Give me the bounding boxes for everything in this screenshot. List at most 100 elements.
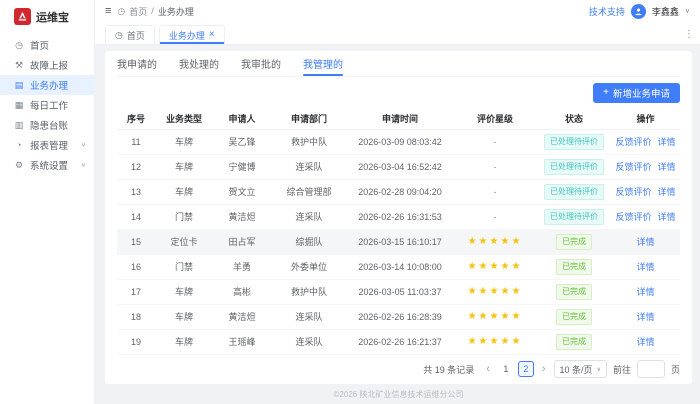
header-tab-1[interactable]: 业务办理× xyxy=(159,25,225,44)
chevron-down-icon[interactable]: ∨ xyxy=(685,7,690,15)
chart-icon: ◔ xyxy=(14,140,24,150)
applications-table: 序号业务类型申请人申请部门申请时间评价星级状态操作 11车牌吴乙锋救护中队202… xyxy=(117,108,680,355)
sidebar-item-2[interactable]: ▤业务办理 xyxy=(0,75,94,95)
status-badge: 已处理待评价 xyxy=(544,209,604,225)
cell-status: 已完成 xyxy=(537,254,611,279)
cell-time: 2026-02-26 16:28:39 xyxy=(347,304,453,329)
cell-applicant: 黄洁炟 xyxy=(213,304,271,329)
business-card: 我申请的我处理的我审批的我管理的 + 新增业务申请 序号业务类型申请人申请部门申… xyxy=(105,51,692,384)
hamburger-icon[interactable]: ≡ xyxy=(105,6,111,17)
table-toolbar: + 新增业务申请 xyxy=(117,77,680,108)
table-row: 18车牌黄洁炟连采队2026-02-26 16:28:39★★★★★已完成详情 xyxy=(117,304,680,329)
cell-dept: 综掘队 xyxy=(271,229,347,254)
cell-no: 17 xyxy=(117,279,155,304)
page-size-select[interactable]: 10 条/页 ∨ xyxy=(554,360,607,378)
cell-rating: - xyxy=(453,204,537,229)
sidebar-item-5[interactable]: ◔报表管理∨ xyxy=(0,135,94,155)
star-icons: ★★★★★ xyxy=(468,261,523,272)
action-link[interactable]: 详情 xyxy=(636,337,654,347)
pagination: 共 19 条记录 ‹ 12 › 10 条/页 ∨ 前往 页 xyxy=(117,355,680,384)
sidebar-item-1[interactable]: ⚒故障上报 xyxy=(0,55,94,75)
star-icons: ★★★★★ xyxy=(468,311,523,322)
column-header: 申请时间 xyxy=(347,108,453,129)
cell-applicant: 王瑶峰 xyxy=(213,329,271,354)
action-link[interactable]: 详情 xyxy=(658,162,676,172)
sidebar-item-3[interactable]: ▦每日工作 xyxy=(0,95,94,115)
clock-icon: ◷ xyxy=(117,6,125,17)
action-link[interactable]: 详情 xyxy=(636,312,654,322)
home-icon: ◷ xyxy=(14,40,24,51)
cell-status: 已处理待评价 xyxy=(537,129,611,154)
action-link[interactable]: 详情 xyxy=(636,262,654,272)
cell-no: 16 xyxy=(117,254,155,279)
action-link[interactable]: 详情 xyxy=(636,237,654,247)
avatar[interactable] xyxy=(631,4,646,19)
tab-bar: ◷首页业务办理× ⋮ xyxy=(95,22,700,45)
table-row: 12车牌宁健博连采队2026-03-04 16:52:42-已处理待评价反馈评价… xyxy=(117,154,680,179)
sidebar-item-0[interactable]: ◷首页 xyxy=(0,35,94,55)
next-page-icon[interactable]: › xyxy=(540,363,548,375)
breadcrumb-separator: / xyxy=(151,6,154,16)
cell-time: 2026-03-04 16:52:42 xyxy=(347,154,453,179)
cell-time: 2026-02-28 09:04:20 xyxy=(347,179,453,204)
rating-empty: - xyxy=(494,187,497,197)
add-application-button[interactable]: + 新增业务申请 xyxy=(593,83,680,103)
cell-applicant: 高彬 xyxy=(213,279,271,304)
action-link[interactable]: 反馈评价 xyxy=(615,137,651,147)
status-badge: 已处理待评价 xyxy=(544,159,604,175)
close-icon[interactable]: × xyxy=(209,30,215,40)
cell-no: 19 xyxy=(117,329,155,354)
calendar-icon: ▦ xyxy=(14,100,24,111)
cell-rating: ★★★★★ xyxy=(453,229,537,254)
cell-time: 2026-03-09 08:03:42 xyxy=(347,129,453,154)
goto-page-input[interactable] xyxy=(637,360,665,378)
cell-type: 车牌 xyxy=(155,329,213,354)
action-link[interactable]: 详情 xyxy=(658,137,676,147)
cell-rating: ★★★★★ xyxy=(453,279,537,304)
chevron-down-icon: ∨ xyxy=(81,162,86,168)
more-options-icon[interactable]: ⋮ xyxy=(684,29,694,40)
cell-dept: 连采队 xyxy=(271,304,347,329)
action-link[interactable]: 反馈评价 xyxy=(615,187,651,197)
page-suffix: 页 xyxy=(671,363,680,376)
filter-tab-2[interactable]: 我审批的 xyxy=(241,51,281,76)
cell-type: 车牌 xyxy=(155,179,213,204)
action-link[interactable]: 详情 xyxy=(658,212,676,222)
sidebar-item-label: 业务办理 xyxy=(30,78,68,92)
filter-tab-3[interactable]: 我管理的 xyxy=(303,51,343,76)
column-header: 序号 xyxy=(117,108,155,129)
support-link[interactable]: 技术支持 xyxy=(589,5,625,18)
user-name[interactable]: 李鑫鑫 xyxy=(652,5,679,18)
action-link[interactable]: 详情 xyxy=(636,287,654,297)
breadcrumb-current: 业务办理 xyxy=(158,5,194,18)
prev-page-icon[interactable]: ‹ xyxy=(484,363,492,375)
sidebar-item-4[interactable]: ▥隐患台账 xyxy=(0,115,94,135)
action-link[interactable]: 详情 xyxy=(658,187,676,197)
cell-actions: 详情 xyxy=(611,304,680,329)
header-tab-0[interactable]: ◷首页 xyxy=(105,25,155,44)
page-button-2[interactable]: 2 xyxy=(518,361,534,377)
cell-no: 11 xyxy=(117,129,155,154)
sidebar-item-label: 报表管理 xyxy=(30,138,68,152)
action-link[interactable]: 反馈评价 xyxy=(615,162,651,172)
sidebar-item-label: 隐患台账 xyxy=(30,118,68,132)
cell-actions: 反馈评价详情 xyxy=(611,154,680,179)
cell-time: 2026-03-05 11:03:37 xyxy=(347,279,453,304)
filter-tab-1[interactable]: 我处理的 xyxy=(179,51,219,76)
cell-no: 15 xyxy=(117,229,155,254)
status-badge: 已处理待评价 xyxy=(544,184,604,200)
filter-tab-0[interactable]: 我申请的 xyxy=(117,51,157,76)
cell-dept: 救护中队 xyxy=(271,129,347,154)
sidebar-item-6[interactable]: ⚙系统设置∨ xyxy=(0,155,94,175)
page-numbers: 12 xyxy=(498,361,534,377)
breadcrumb-home[interactable]: 首页 xyxy=(129,5,147,18)
action-link[interactable]: 反馈评价 xyxy=(615,212,651,222)
cell-applicant: 贺文立 xyxy=(213,179,271,204)
cell-status: 已完成 xyxy=(537,279,611,304)
cell-time: 2026-03-15 16:10:17 xyxy=(347,229,453,254)
cell-type: 车牌 xyxy=(155,129,213,154)
gear-icon: ⚙ xyxy=(14,160,24,171)
table-row: 16门禁羊勇外委单位2026-03-14 10:08:00★★★★★已完成详情 xyxy=(117,254,680,279)
status-badge: 已完成 xyxy=(556,309,592,325)
page-button-1[interactable]: 1 xyxy=(498,361,514,377)
